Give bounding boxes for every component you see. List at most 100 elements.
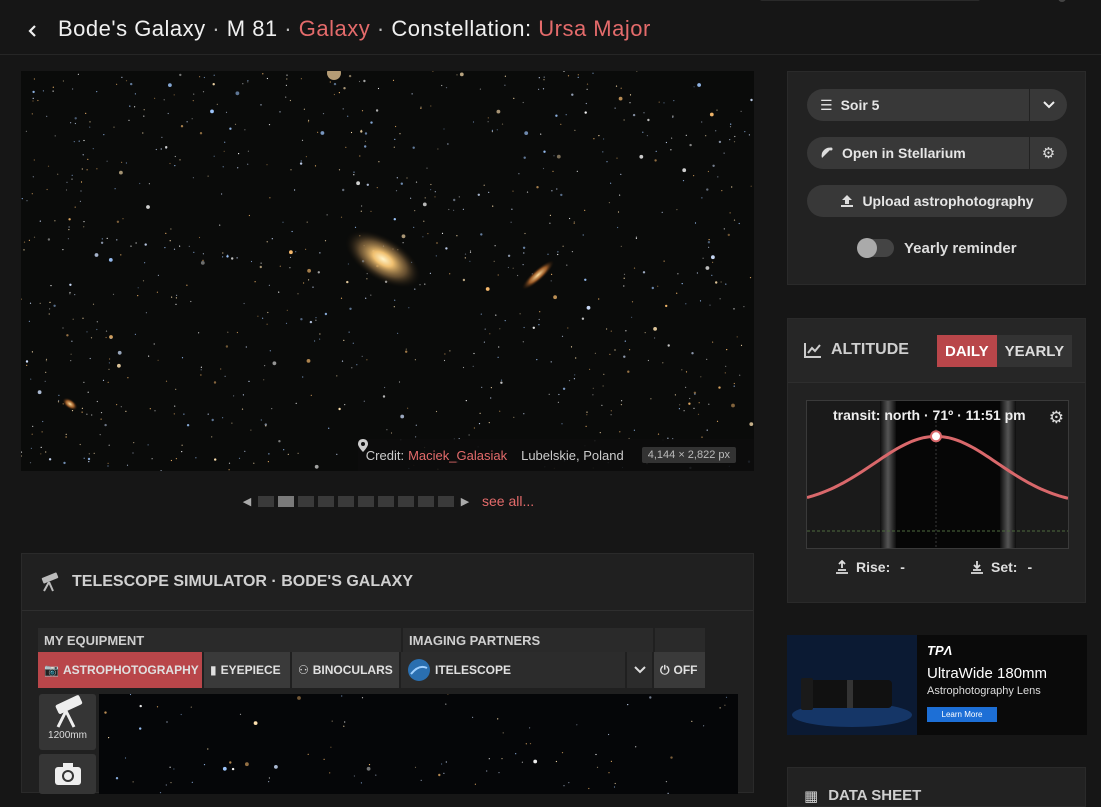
itelescope-logo-icon <box>408 659 430 681</box>
upload-icon <box>841 195 854 207</box>
page-title: Bode's Galaxy · M 81 · Galaxy · Constell… <box>58 16 651 41</box>
gear-icon: ⚙ <box>1048 408 1064 427</box>
top-search-edge[interactable] <box>760 0 980 1</box>
ad-headline: UltraWide 180mm <box>927 665 1048 682</box>
tab-yearly[interactable]: YEARLY <box>996 335 1073 367</box>
chevron-down-icon <box>633 666 646 674</box>
altitude-panel: ALTITUDE DAILY YEARLY transit: north · 7… <box>787 318 1086 603</box>
focal-length: 1200mm <box>48 730 87 741</box>
altitude-curve-svg <box>807 401 1068 548</box>
camera-icon <box>54 763 81 785</box>
line-chart-icon <box>804 343 821 358</box>
gallery-dot[interactable] <box>338 495 354 507</box>
eyepiece-icon: ▮ <box>210 663 217 677</box>
datasheet-title: DATA SHEET <box>828 787 922 804</box>
chart-settings-button[interactable]: ⚙ <box>1049 408 1064 428</box>
partner-dropdown-button[interactable] <box>627 652 652 688</box>
tab-astrophotography[interactable]: 📷 ASTROPHOTOGRAPHY <box>38 652 202 688</box>
gallery-dot[interactable] <box>258 495 274 507</box>
datasheet-panel: ▦ DATA SHEET <box>787 767 1086 807</box>
gallery-dot[interactable] <box>378 495 394 507</box>
back-button[interactable] <box>24 19 42 43</box>
equipment-tabs: 📷 ASTROPHOTOGRAPHY ▮ EYEPIECE ⚇ BINOCULA… <box>38 652 705 688</box>
chevron-left-icon <box>28 25 36 37</box>
imaging-partners-label: IMAGING PARTNERS <box>403 628 653 652</box>
list-icon: ☰ <box>820 96 833 113</box>
next-photo-button[interactable]: ▶ <box>458 495 472 508</box>
altitude-range-toggle: DAILY YEARLY <box>937 335 1073 367</box>
camera-icon: 📷 <box>44 663 59 677</box>
gear-icon: ⚙ <box>1041 145 1056 162</box>
constellation-link[interactable]: Ursa Major <box>538 16 651 41</box>
map-pin-icon <box>357 439 368 452</box>
binoculars-icon: ⚇ <box>298 663 309 677</box>
top-bar: Bode's Galaxy · M 81 · Galaxy · Constell… <box>0 0 1101 55</box>
altitude-chart[interactable]: transit: north · 71º · 11:51 pm ⚙ <box>806 400 1069 549</box>
dusk-band <box>880 401 896 548</box>
constellation-label: Constellation: <box>391 16 532 41</box>
gallery-dot[interactable] <box>318 495 334 507</box>
yearly-reminder-label: Yearly reminder <box>904 239 1017 257</box>
open-in-stellarium-button[interactable]: Open in Stellarium ⚙ <box>807 137 1067 169</box>
tab-binoculars[interactable]: ⚇ BINOCULARS <box>292 652 399 688</box>
camera-tool-button[interactable] <box>39 754 96 794</box>
galaxy-photo <box>21 71 754 471</box>
transit-point <box>930 430 942 443</box>
rise-info: Rise: - <box>834 559 905 575</box>
empty-header <box>655 628 705 652</box>
tab-daily[interactable]: DAILY <box>937 335 997 367</box>
image-dimensions: 4,144 × 2,822 px <box>641 447 736 463</box>
upload-astrophotography-button[interactable]: Upload astrophotography <box>807 185 1067 217</box>
my-equipment-label: MY EQUIPMENT <box>38 628 401 652</box>
gallery-dot[interactable] <box>278 495 294 507</box>
object-designation: M 81 <box>226 16 278 41</box>
brand-logo: TPɅ <box>927 643 953 658</box>
photo-credit-bar: Credit: Maciek_Galasiak Lubelskie, Polan… <box>357 439 754 471</box>
see-all-link[interactable]: see all... <box>482 493 534 509</box>
prev-photo-button[interactable]: ◀ <box>240 495 254 508</box>
gallery-dot[interactable] <box>358 495 374 507</box>
simulator-starfield <box>104 694 728 794</box>
ad-subline: Astrophotography Lens <box>927 685 1041 697</box>
telescope-simulator-panel: TELESCOPE SIMULATOR · BODE'S GALAXY MY E… <box>21 553 754 794</box>
yearly-reminder-row: Yearly reminder <box>857 238 1017 258</box>
actions-panel: ☰ Soir 5 Open in Stellarium ⚙ Upload ast… <box>787 71 1086 285</box>
simulator-title: TELESCOPE SIMULATOR · BODE'S GALAXY <box>72 573 414 590</box>
astrophoto[interactable]: Credit: Maciek_Galasiak Lubelskie, Polan… <box>21 71 754 471</box>
gallery-pager: ◀ ▶ see all... <box>240 491 534 511</box>
credit-label: Credit: <box>365 447 405 463</box>
object-name: Bode's Galaxy <box>58 16 206 41</box>
stellarium-settings-button[interactable]: ⚙ <box>1029 137 1067 169</box>
advertisement-banner[interactable]: TPɅ UltraWide 180mm Astrophotography Len… <box>787 635 1087 735</box>
sunrise-icon <box>836 560 848 574</box>
telescope-tool-button[interactable]: 1200mm <box>39 694 96 750</box>
chevron-down-icon <box>1042 101 1055 109</box>
power-icon: ⏻ <box>660 662 670 677</box>
author-link[interactable]: Maciek_Galasiak <box>408 448 507 463</box>
observing-list-select[interactable]: ☰ Soir 5 <box>807 89 1067 121</box>
satellite-dish-icon <box>821 147 833 158</box>
gallery-dot[interactable] <box>298 495 314 507</box>
partner-select[interactable]: ITELESCOPE <box>401 652 625 688</box>
location: Lubelskie, Poland <box>357 439 624 463</box>
table-icon: ▦ <box>804 788 819 805</box>
object-type-link[interactable]: Galaxy <box>299 16 370 41</box>
yearly-reminder-toggle[interactable] <box>857 238 894 258</box>
set-info: Set: - <box>969 559 1032 575</box>
tab-eyepiece[interactable]: ▮ EYEPIECE <box>204 652 290 688</box>
simulator-view[interactable] <box>99 694 738 794</box>
gallery-dot[interactable] <box>438 495 454 507</box>
list-dropdown-button[interactable] <box>1029 89 1067 121</box>
top-avatar-edge[interactable] <box>1058 0 1066 2</box>
telescope-icon <box>41 572 59 592</box>
altitude-header: ALTITUDE DAILY YEARLY <box>788 319 1085 383</box>
altitude-title: ALTITUDE <box>831 341 909 358</box>
lens-product-image <box>787 635 917 735</box>
telescope-icon <box>55 695 82 728</box>
simulator-header: TELESCOPE SIMULATOR · BODE'S GALAXY <box>22 554 753 611</box>
learn-more-button[interactable]: Learn More <box>927 707 997 722</box>
gallery-dot[interactable] <box>398 495 414 507</box>
transit-info: transit: north · 71º · 11:51 pm <box>833 407 1026 423</box>
simulator-off-button[interactable]: ⏻ OFF <box>654 652 705 688</box>
gallery-dot[interactable] <box>418 495 434 507</box>
